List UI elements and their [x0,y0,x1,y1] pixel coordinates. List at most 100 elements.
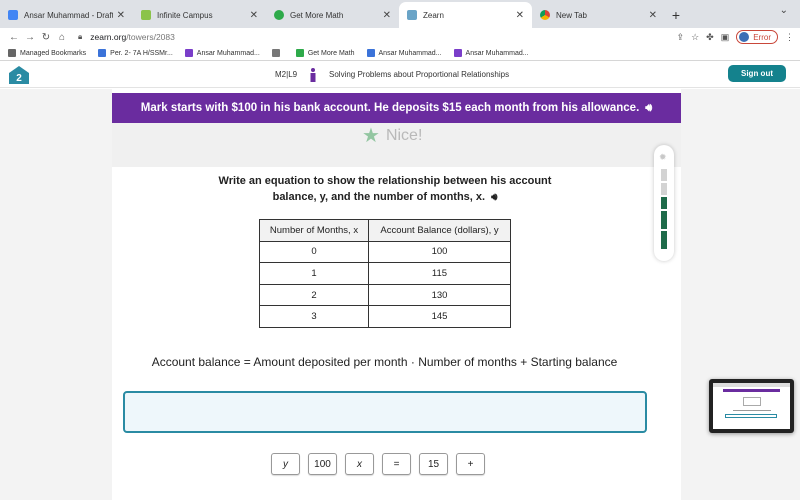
progress-tower: ✹ [654,145,674,261]
star-icon[interactable]: ☆ [691,32,699,43]
bookmark-k-2[interactable]: Ansar Muhammad... [453,49,529,57]
progress-segment [661,197,667,209]
tile-15[interactable]: 15 [419,453,448,475]
docs-icon [8,10,18,20]
more-icon[interactable]: ⋮ [785,32,794,43]
reload-icon[interactable]: ↻ [38,32,54,43]
progress-segment [661,231,667,249]
thumbnail-table [743,397,761,406]
table-row: 3 145 [259,305,511,328]
table-row: 1 115 [259,262,511,285]
url-path: /towers/2083 [126,32,175,42]
bookmark-label: Ansar Muhammad... [196,49,260,57]
progress-segment [661,169,667,181]
lesson-title: Solving Problems about Proportional Rela… [329,70,510,79]
get-more-math-icon [274,10,284,20]
tile-100[interactable]: 100 [308,453,337,475]
answer-tiles: y 100 x = 15 + [271,453,485,475]
back-icon[interactable]: ← [6,32,22,43]
bookmark-get-more-math[interactable]: Get More Math [295,49,355,57]
screen-thumbnail[interactable] [709,379,794,433]
question-prompt: Write an equation to show the relationsh… [185,173,585,206]
problem-banner: Mark starts with $100 in his bank accoun… [112,93,681,123]
speaker-icon[interactable]: 🔊︎ [491,190,497,206]
table-cell: 2 [259,283,369,307]
tab-infinite-campus[interactable]: Infinite Campus ✕ [133,2,266,28]
zearn-header: 2 M2|L9 Solving Problems about Proportio… [0,62,800,88]
bookmark-label: Managed Bookmarks [20,49,87,57]
tile-x[interactable]: x [345,453,374,475]
question-line-1: Write an equation to show the relationsh… [218,175,552,187]
new-tab-button[interactable]: + [665,2,687,28]
share-icon[interactable]: ⇪ [677,32,685,43]
bookmarks-bar: Managed Bookmarks Per. 2- 7A H/SSMr... A… [0,46,800,61]
infinite-campus-icon [141,10,151,20]
table-cell: 130 [368,283,511,307]
thumbnail-preview [713,383,790,429]
browser-tab-bar: Ansar Muhammad - Draft Even ✕ Infinite C… [0,0,800,28]
answer-drop-zone[interactable] [123,391,647,433]
table-row: 2 130 [259,283,511,307]
tile-equals[interactable]: = [382,453,411,475]
home-icon[interactable]: ⌂ [54,32,70,43]
close-icon[interactable]: ✕ [117,10,125,21]
docs-icon [366,49,375,57]
extensions-icon[interactable]: ✤ [706,32,714,43]
tab-title: Get More Math [290,10,344,20]
lock-icon: 🔒︎ [78,32,83,41]
bookmark-label: Ansar Muhammad... [378,49,442,57]
address-bar[interactable]: 🔒︎ zearn.org/towers/2083 [78,28,708,46]
tile-plus[interactable]: + [456,453,485,475]
thumbnail-box [725,414,777,418]
close-icon[interactable]: ✕ [649,10,657,21]
chrome-icon [540,10,550,20]
thumbnail-banner [723,389,780,392]
bookmark-k-1[interactable]: Ansar Muhammad... [184,49,260,57]
column-header: Number of Months, x [259,219,369,242]
banner-text: Mark starts with $100 in his bank accoun… [140,102,640,114]
avatar [739,32,750,42]
tab-docs[interactable]: Ansar Muhammad - Draft Even ✕ [0,2,133,28]
close-icon[interactable]: ✕ [516,10,524,21]
tile-y[interactable]: y [271,453,300,475]
bookmark-classroom[interactable]: Per. 2- 7A H/SSMr... [98,49,173,57]
profile-error-button[interactable]: Error [736,30,778,44]
close-icon[interactable]: ✕ [250,10,258,21]
folder-icon [8,49,16,57]
table-cell: 100 [368,240,511,264]
sidebar-icon[interactable]: ▣ [721,32,730,43]
tab-title: Infinite Campus [157,10,213,20]
data-table: Number of Months, x Account Balance (dol… [259,219,511,328]
table-row: 0 100 [259,240,511,264]
speaker-icon[interactable]: 🔊︎ [645,102,652,115]
zearn-logo-icon[interactable]: 2 [9,66,29,84]
sign-out-button[interactable]: Sign out [728,65,786,82]
tab-title: Ansar Muhammad - Draft Even [24,10,113,20]
table-cell: 0 [259,240,369,264]
tab-title: Zearn [423,10,444,20]
profile-status: Error [753,32,771,42]
feedback-text: Nice! [385,126,423,144]
tab-title: New Tab [556,10,587,20]
svg-text:2: 2 [16,73,22,84]
bookmark-docs[interactable]: Ansar Muhammad... [366,49,442,57]
close-icon[interactable]: ✕ [383,10,391,21]
globe-icon [271,49,280,57]
get-more-math-icon [295,49,304,57]
thumbnail-bar [713,383,790,387]
question-line-2: balance, y, and the number of months, x. [272,191,486,203]
bookmark-managed[interactable]: Managed Bookmarks [8,49,86,57]
browser-toolbar: ← → ↻ ⌂ 🔒︎ zearn.org/towers/2083 ⇪ ☆ ✤ ▣… [0,28,800,46]
tab-get-more-math[interactable]: Get More Math ✕ [266,2,399,28]
bookmark-globe[interactable] [271,49,284,57]
thumbnail-line [733,410,771,411]
chevron-down-icon[interactable]: ⌄ [780,5,788,16]
tab-new-tab[interactable]: New Tab ✕ [532,2,665,28]
gear-icon: ✹ [659,152,667,162]
forward-icon[interactable]: → [22,32,38,43]
tab-zearn[interactable]: Zearn ✕ [399,2,532,28]
bookmark-label: Ansar Muhammad... [465,49,529,57]
star-icon: ★ [362,125,380,147]
word-formula: Account balance = Amount deposited per m… [151,355,618,369]
table-cell: 115 [368,262,511,285]
